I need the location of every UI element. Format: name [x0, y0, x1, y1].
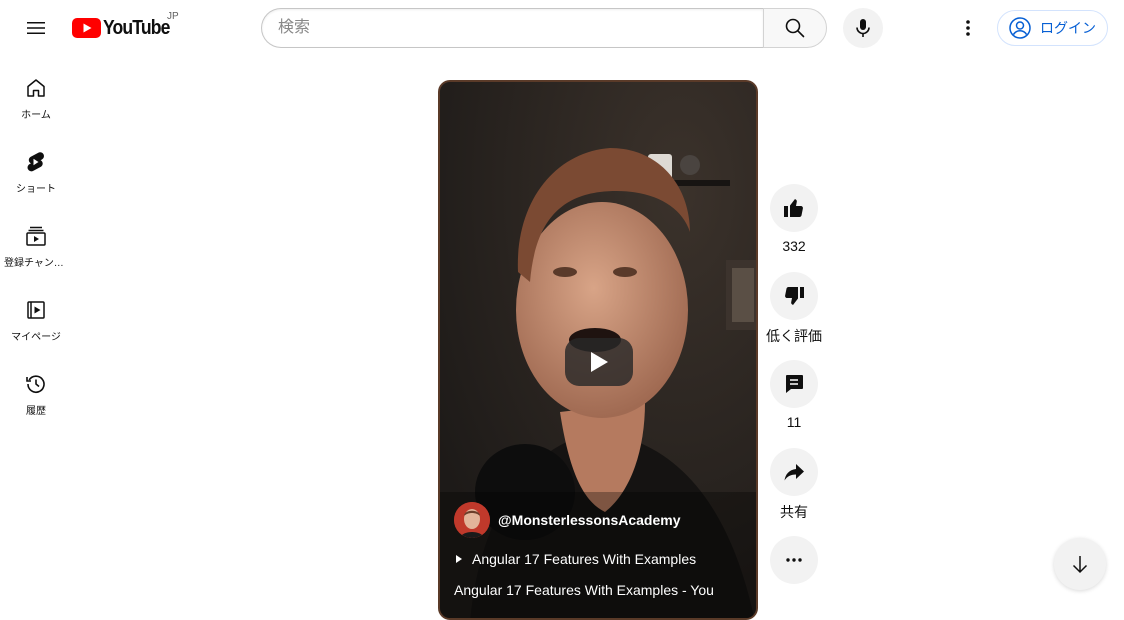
sidebar-item-label: 履歴: [26, 406, 46, 417]
avatar-image: [454, 502, 490, 538]
sidebar-item-shorts[interactable]: ショート: [4, 130, 68, 204]
account-circle-icon: [1009, 17, 1031, 39]
settings-more-button[interactable]: [948, 8, 988, 48]
play-icon: [591, 352, 608, 372]
more-action: [770, 536, 818, 584]
login-button[interactable]: ログイン: [997, 10, 1108, 46]
more-actions-button[interactable]: [770, 536, 818, 584]
next-short-button[interactable]: [1054, 538, 1106, 590]
hamburger-menu-icon: [27, 22, 45, 34]
like-action: 332: [770, 184, 818, 272]
comment-action: 11: [770, 360, 818, 448]
dislike-button[interactable]: [770, 272, 818, 320]
arrow-down-icon: [1072, 556, 1088, 574]
playlist-link[interactable]: Angular 17 Features With Examples: [456, 551, 696, 567]
video-title[interactable]: Angular 17 Features With Examples - You: [454, 582, 714, 598]
sidebar-item-label: ショート: [16, 184, 56, 195]
guide-menu-button[interactable]: [16, 8, 56, 48]
search-input[interactable]: [261, 8, 763, 48]
country-code: JP: [167, 11, 179, 22]
play-button[interactable]: [565, 338, 633, 386]
share-action: 共有: [770, 448, 818, 536]
sidebar-item-home[interactable]: ホーム: [4, 56, 68, 130]
playlist-play-icon: [456, 555, 462, 563]
youtube-logo[interactable]: YouTube: [72, 14, 179, 42]
thumbs-up-icon: [784, 199, 803, 217]
search-button[interactable]: [763, 8, 827, 48]
sidebar-item-subscriptions[interactable]: 登録チャンネル: [4, 204, 68, 278]
thumbs-down-icon: [785, 287, 804, 305]
share-arrow-icon: [784, 464, 804, 481]
comment-icon: [786, 375, 803, 393]
like-button[interactable]: [770, 184, 818, 232]
share-label: 共有: [780, 504, 808, 520]
horizontal-dots-icon: [786, 558, 802, 562]
youtube-play-logo-icon: [72, 18, 101, 38]
microphone-icon: [856, 19, 870, 37]
search-box: [261, 8, 827, 48]
masthead: YouTube JP ログイン: [0, 0, 1124, 56]
login-label: ログイン: [1040, 20, 1096, 36]
search-icon: [785, 18, 805, 38]
sidebar-item-label: ホーム: [21, 110, 51, 121]
dislike-label: 低く評価: [766, 328, 822, 344]
sidebar-item-my-page[interactable]: マイページ: [4, 278, 68, 352]
shorts-player[interactable]: @MonsterlessonsAcademy Angular 17 Featur…: [438, 80, 758, 620]
vertical-dots-icon: [966, 20, 970, 36]
dislike-action: 低く評価: [766, 272, 822, 360]
mini-guide: ホーム ショート 登録チャンネル マイページ 履歴: [0, 56, 72, 426]
action-bar: 332 低く評価 11 共有: [766, 184, 822, 584]
logo-wordmark: YouTube: [103, 16, 170, 39]
home-icon: [27, 79, 45, 97]
history-icon: [26, 375, 45, 393]
channel-info[interactable]: @MonsterlessonsAcademy: [454, 502, 681, 538]
like-count: 332: [782, 238, 806, 254]
shorts-icon: [27, 152, 44, 172]
subscriptions-icon: [26, 226, 46, 246]
sidebar-item-history[interactable]: 履歴: [4, 352, 68, 426]
playlist-title: Angular 17 Features With Examples: [472, 551, 697, 567]
comments-button[interactable]: [770, 360, 818, 408]
voice-search-button[interactable]: [843, 8, 883, 48]
sidebar-item-label: 登録チャンネル: [4, 258, 68, 269]
sidebar-item-label: マイページ: [11, 332, 61, 343]
share-button[interactable]: [770, 448, 818, 496]
channel-avatar[interactable]: [454, 502, 490, 538]
channel-handle[interactable]: @MonsterlessonsAcademy: [498, 512, 681, 528]
my-page-icon: [27, 301, 45, 319]
comment-count: 11: [786, 414, 802, 430]
